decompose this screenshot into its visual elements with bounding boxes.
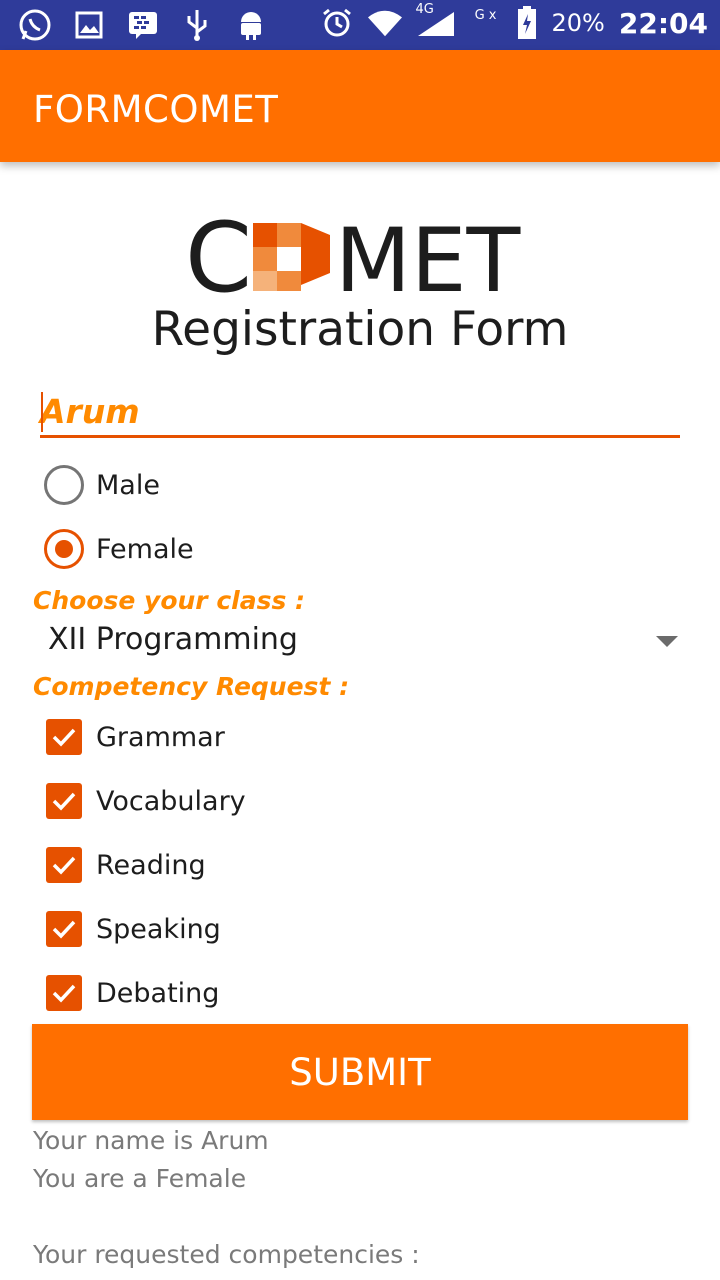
name-input-value: Arum xyxy=(40,392,140,431)
image-icon xyxy=(72,8,106,42)
clock: 22:04 xyxy=(618,6,708,40)
check-icon[interactable] xyxy=(46,847,82,883)
battery-percent: 20% xyxy=(551,9,605,37)
android-icon xyxy=(234,8,268,42)
logo-mark-icon xyxy=(253,223,330,291)
checkbox-vocabulary-label: Vocabulary xyxy=(96,785,246,817)
network-g-label: G x xyxy=(474,7,497,23)
network-4g-label: 4G xyxy=(415,2,434,17)
result-name: Your name is Arum xyxy=(33,1126,269,1155)
competency-label: Competency Request : xyxy=(33,672,350,701)
name-input[interactable]: Arum xyxy=(40,380,680,438)
class-spinner-value: XII Programming xyxy=(48,622,298,657)
checkbox-vocabulary[interactable]: Vocabulary xyxy=(46,783,246,819)
app-title: FORMCOMET xyxy=(33,88,279,131)
radio-female-label: Female xyxy=(96,533,194,565)
class-spinner[interactable]: XII Programming xyxy=(48,622,688,668)
radio-female[interactable]: Female xyxy=(44,529,194,569)
checkbox-grammar[interactable]: Grammar xyxy=(46,719,225,755)
signal-4g-icon: 4G xyxy=(416,2,456,40)
check-icon[interactable] xyxy=(46,911,82,947)
checkbox-speaking-label: Speaking xyxy=(96,913,221,945)
checkbox-grammar-label: Grammar xyxy=(96,721,225,753)
radio-male-label: Male xyxy=(96,469,160,501)
text-caret xyxy=(41,392,43,432)
check-icon[interactable] xyxy=(46,975,82,1011)
comet-logo: C MET xyxy=(185,202,530,314)
checkbox-speaking[interactable]: Speaking xyxy=(46,911,221,947)
wifi-icon xyxy=(367,6,402,40)
result-competencies: Your requested competencies : xyxy=(33,1240,420,1269)
check-icon[interactable] xyxy=(46,783,82,819)
bbm-icon xyxy=(126,8,160,42)
signal-g-icon: G x xyxy=(470,6,502,40)
radio-male[interactable]: Male xyxy=(44,465,160,505)
radio-female-circle[interactable] xyxy=(44,529,84,569)
checkbox-debating[interactable]: Debating xyxy=(46,975,219,1011)
dropdown-arrow-icon[interactable] xyxy=(656,636,678,647)
class-label: Choose your class : xyxy=(33,586,306,615)
status-bar: 4G G x 20% 22:04 xyxy=(0,0,720,50)
radio-male-circle[interactable] xyxy=(44,465,84,505)
page-title: Registration Form xyxy=(151,302,569,357)
usb-icon xyxy=(180,8,214,42)
logo-letter-c: C xyxy=(185,215,252,295)
battery-charging-icon xyxy=(516,6,538,40)
alarm-icon xyxy=(320,6,354,40)
check-icon[interactable] xyxy=(46,719,82,755)
whatsapp-icon xyxy=(18,8,52,42)
logo-letters-met: MET xyxy=(335,215,522,295)
checkbox-reading[interactable]: Reading xyxy=(46,847,206,883)
submit-button[interactable]: SUBMIT xyxy=(32,1024,688,1120)
checkbox-debating-label: Debating xyxy=(96,977,220,1009)
app-bar: FORMCOMET xyxy=(0,50,720,162)
checkbox-reading-label: Reading xyxy=(96,849,206,881)
result-gender: You are a Female xyxy=(33,1164,247,1193)
